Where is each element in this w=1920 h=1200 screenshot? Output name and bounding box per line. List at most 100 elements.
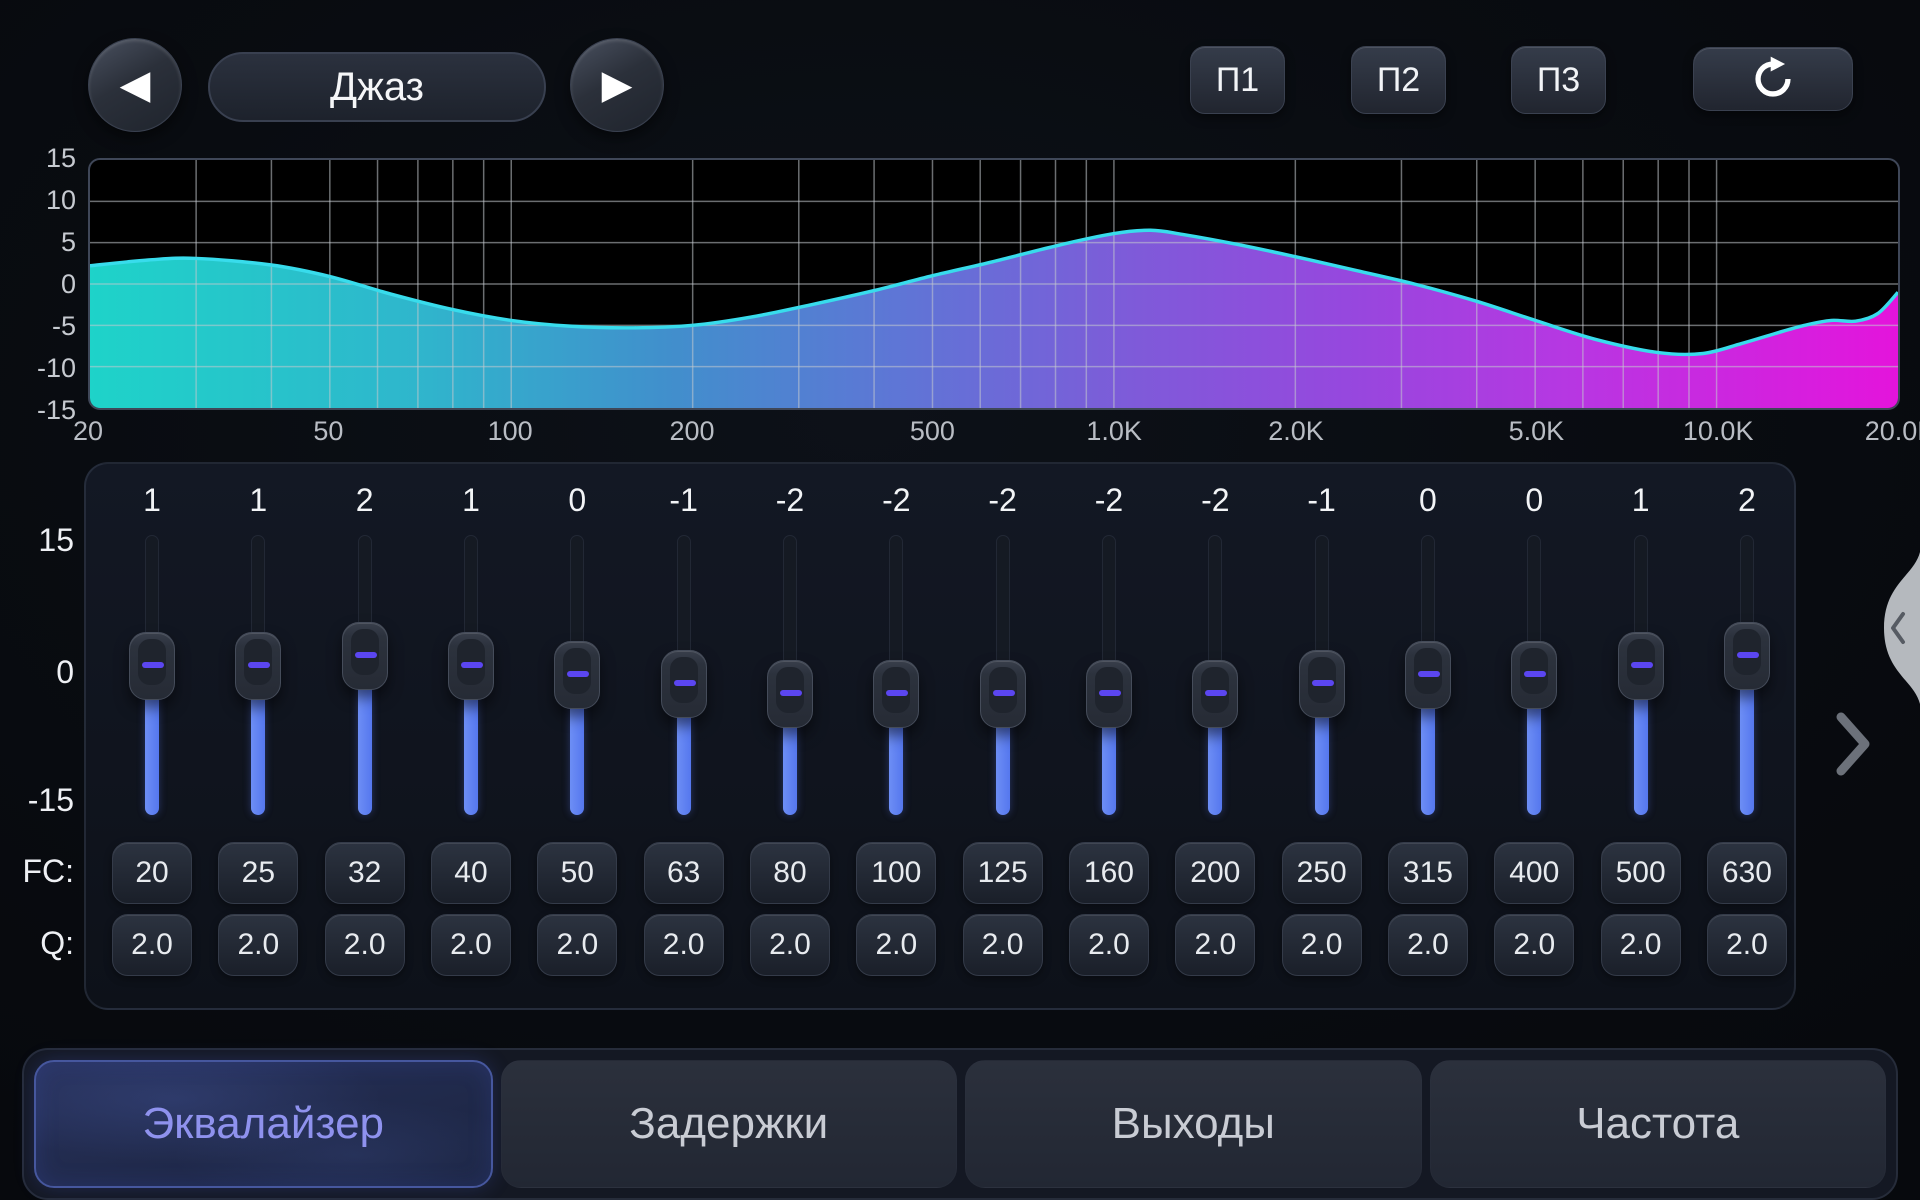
tab-эквалайзер[interactable]: Эквалайзер <box>34 1060 493 1188</box>
memory-preset-3-button[interactable]: П3 <box>1511 46 1606 114</box>
slider-thumb-dash <box>142 662 164 668</box>
band-column-40: 1402.0 <box>418 464 524 1012</box>
band-fc-button[interactable]: 315 <box>1388 842 1468 904</box>
band-fc-button[interactable]: 20 <box>112 842 192 904</box>
slider-thumb[interactable] <box>1192 660 1238 728</box>
gain-slider[interactable] <box>99 535 205 815</box>
band-q-button[interactable]: 2.0 <box>218 914 298 976</box>
band-q-button[interactable]: 2.0 <box>112 914 192 976</box>
gain-slider[interactable] <box>1162 535 1268 815</box>
slider-thumb[interactable] <box>235 632 281 700</box>
band-fc-button[interactable]: 250 <box>1282 842 1362 904</box>
slider-thumb[interactable] <box>448 632 494 700</box>
slider-thumb[interactable] <box>1299 650 1345 718</box>
slider-thumb[interactable] <box>554 641 600 709</box>
band-q-button[interactable]: 2.0 <box>325 914 405 976</box>
slider-thumb-dash <box>461 662 483 668</box>
preset-selector[interactable]: Джаз <box>208 52 546 122</box>
frequency-tick-label: 200 <box>632 416 752 446</box>
gain-slider[interactable] <box>1694 535 1800 815</box>
gain-slider[interactable] <box>312 535 418 815</box>
slider-thumb[interactable] <box>1405 641 1451 709</box>
band-q-button[interactable]: 2.0 <box>1282 914 1362 976</box>
db-tick-label: 15 <box>8 143 76 173</box>
band-column-25: 1252.0 <box>205 464 311 1012</box>
scroll-bands-right-button[interactable] <box>1833 710 1873 783</box>
gain-slider[interactable] <box>1269 535 1375 815</box>
reset-button[interactable] <box>1693 47 1853 111</box>
slider-thumb[interactable] <box>661 650 707 718</box>
band-fc-button[interactable]: 500 <box>1601 842 1681 904</box>
gain-slider[interactable] <box>524 535 630 815</box>
slider-thumb[interactable] <box>129 632 175 700</box>
gain-slider[interactable] <box>418 535 524 815</box>
preset-prev-button[interactable]: ◀ <box>88 38 182 132</box>
band-q-button[interactable]: 2.0 <box>1388 914 1468 976</box>
band-q-button[interactable]: 2.0 <box>1069 914 1149 976</box>
slider-thumb-dash <box>780 690 802 696</box>
memory-preset-1-button[interactable]: П1 <box>1190 46 1285 114</box>
left-triangle-icon: ◀ <box>120 65 151 105</box>
band-q-button[interactable]: 2.0 <box>1494 914 1574 976</box>
band-column-100: -21002.0 <box>843 464 949 1012</box>
gain-slider[interactable] <box>1588 535 1694 815</box>
slider-thumb-dash <box>1099 690 1121 696</box>
band-fc-button[interactable]: 125 <box>963 842 1043 904</box>
bottom-tab-bar: ЭквалайзерЗадержкиВыходыЧастота <box>22 1048 1898 1200</box>
band-column-500: 15002.0 <box>1588 464 1694 1012</box>
band-fc-button[interactable]: 50 <box>537 842 617 904</box>
memory-preset-2-button[interactable]: П2 <box>1351 46 1446 114</box>
equalizer-screen: ◀ Джаз ▶ П1 П2 П3 151050-5-10-15 2050100… <box>0 0 1920 1200</box>
gain-slider[interactable] <box>205 535 311 815</box>
gain-axis-zero-label: 0 <box>4 654 74 690</box>
side-panel-handle[interactable] <box>1862 552 1920 704</box>
gain-slider[interactable] <box>737 535 843 815</box>
slider-thumb[interactable] <box>980 660 1026 728</box>
gain-slider[interactable] <box>1056 535 1162 815</box>
slider-thumb[interactable] <box>1511 641 1557 709</box>
band-fc-button[interactable]: 630 <box>1707 842 1787 904</box>
tab-задержки[interactable]: Задержки <box>501 1060 958 1188</box>
frequency-tick-label: 5.0K <box>1476 416 1596 446</box>
frequency-tick-label: 500 <box>872 416 992 446</box>
band-q-button[interactable]: 2.0 <box>431 914 511 976</box>
band-fc-button[interactable]: 80 <box>750 842 830 904</box>
band-gain-value: -2 <box>950 482 1056 519</box>
band-column-160: -21602.0 <box>1056 464 1162 1012</box>
band-fc-button[interactable]: 63 <box>644 842 724 904</box>
band-fc-button[interactable]: 160 <box>1069 842 1149 904</box>
frequency-tick-label: 50 <box>268 416 388 446</box>
gain-slider[interactable] <box>1481 535 1587 815</box>
band-fc-button[interactable]: 100 <box>856 842 936 904</box>
slider-thumb[interactable] <box>342 622 388 690</box>
gain-axis-min-label: -15 <box>4 782 74 818</box>
gain-slider[interactable] <box>843 535 949 815</box>
band-fc-button[interactable]: 400 <box>1494 842 1574 904</box>
gain-slider[interactable] <box>950 535 1056 815</box>
band-column-200: -22002.0 <box>1162 464 1268 1012</box>
band-q-button[interactable]: 2.0 <box>963 914 1043 976</box>
band-q-button[interactable]: 2.0 <box>856 914 936 976</box>
slider-thumb[interactable] <box>873 660 919 728</box>
slider-thumb[interactable] <box>1618 632 1664 700</box>
slider-thumb[interactable] <box>1086 660 1132 728</box>
gain-slider[interactable] <box>1375 535 1481 815</box>
slider-thumb[interactable] <box>1724 622 1770 690</box>
eq-curve <box>90 160 1898 408</box>
preset-next-button[interactable]: ▶ <box>570 38 664 132</box>
slider-thumb[interactable] <box>767 660 813 728</box>
band-q-button[interactable]: 2.0 <box>750 914 830 976</box>
band-q-button[interactable]: 2.0 <box>1175 914 1255 976</box>
band-q-button[interactable]: 2.0 <box>1601 914 1681 976</box>
band-q-button[interactable]: 2.0 <box>1707 914 1787 976</box>
gain-slider[interactable] <box>631 535 737 815</box>
tab-частота[interactable]: Частота <box>1430 1060 1887 1188</box>
band-fc-button[interactable]: 32 <box>325 842 405 904</box>
band-fc-button[interactable]: 40 <box>431 842 511 904</box>
band-gain-value: 0 <box>524 482 630 519</box>
band-q-button[interactable]: 2.0 <box>644 914 724 976</box>
band-fc-button[interactable]: 200 <box>1175 842 1255 904</box>
tab-выходы[interactable]: Выходы <box>965 1060 1422 1188</box>
band-q-button[interactable]: 2.0 <box>537 914 617 976</box>
band-fc-button[interactable]: 25 <box>218 842 298 904</box>
